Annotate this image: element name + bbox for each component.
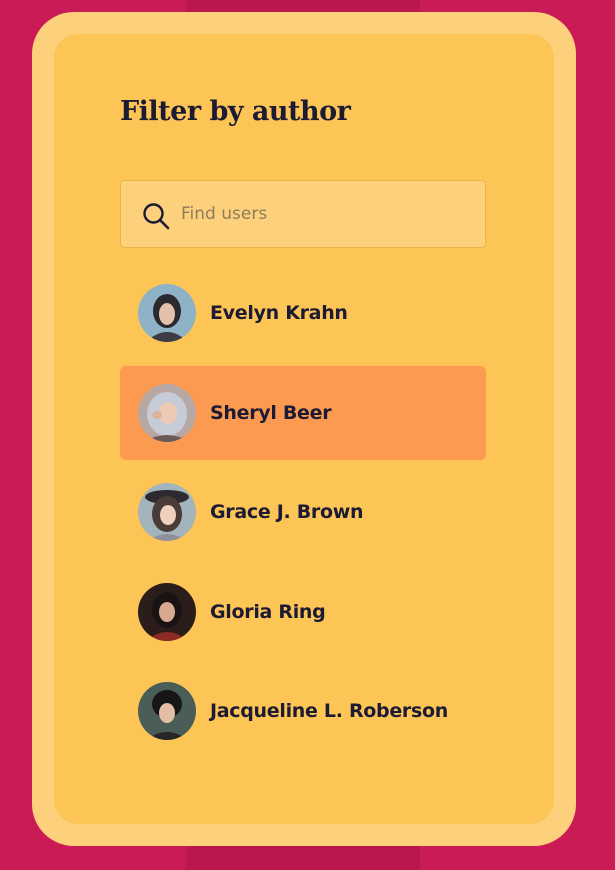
filter-card: Filter by author Find users Evelyn Krahn… [32,12,576,846]
author-item-grace-j-brown[interactable]: Grace J. Brown [120,465,486,559]
search-input[interactable] [181,181,471,247]
author-item-jacqueline-l-roberson[interactable]: Jacqueline L. Roberson [120,664,486,758]
author-name: Evelyn Krahn [210,302,348,324]
avatar [138,284,196,342]
filter-panel: Filter by author Find users Evelyn Krahn… [54,34,554,824]
author-name: Gloria Ring [210,600,326,623]
author-name: Sheryl Beer [210,401,332,424]
search-box[interactable] [120,180,486,248]
author-item-evelyn-krahn[interactable]: Evelyn Krahn [120,266,486,360]
avatar [138,483,196,541]
author-list: Evelyn Krahn Sheryl Beer Grace J. Brown … [120,266,486,764]
panel-title: Filter by author [120,96,351,127]
avatar [138,582,196,641]
author-name: Jacqueline L. Roberson [210,700,448,722]
author-name: Grace J. Brown [210,501,364,523]
avatar [138,682,196,740]
author-item-sheryl-beer[interactable]: Sheryl Beer [120,365,486,460]
search-icon [141,201,171,231]
avatar [138,383,196,442]
author-item-gloria-ring[interactable]: Gloria Ring [120,565,486,659]
